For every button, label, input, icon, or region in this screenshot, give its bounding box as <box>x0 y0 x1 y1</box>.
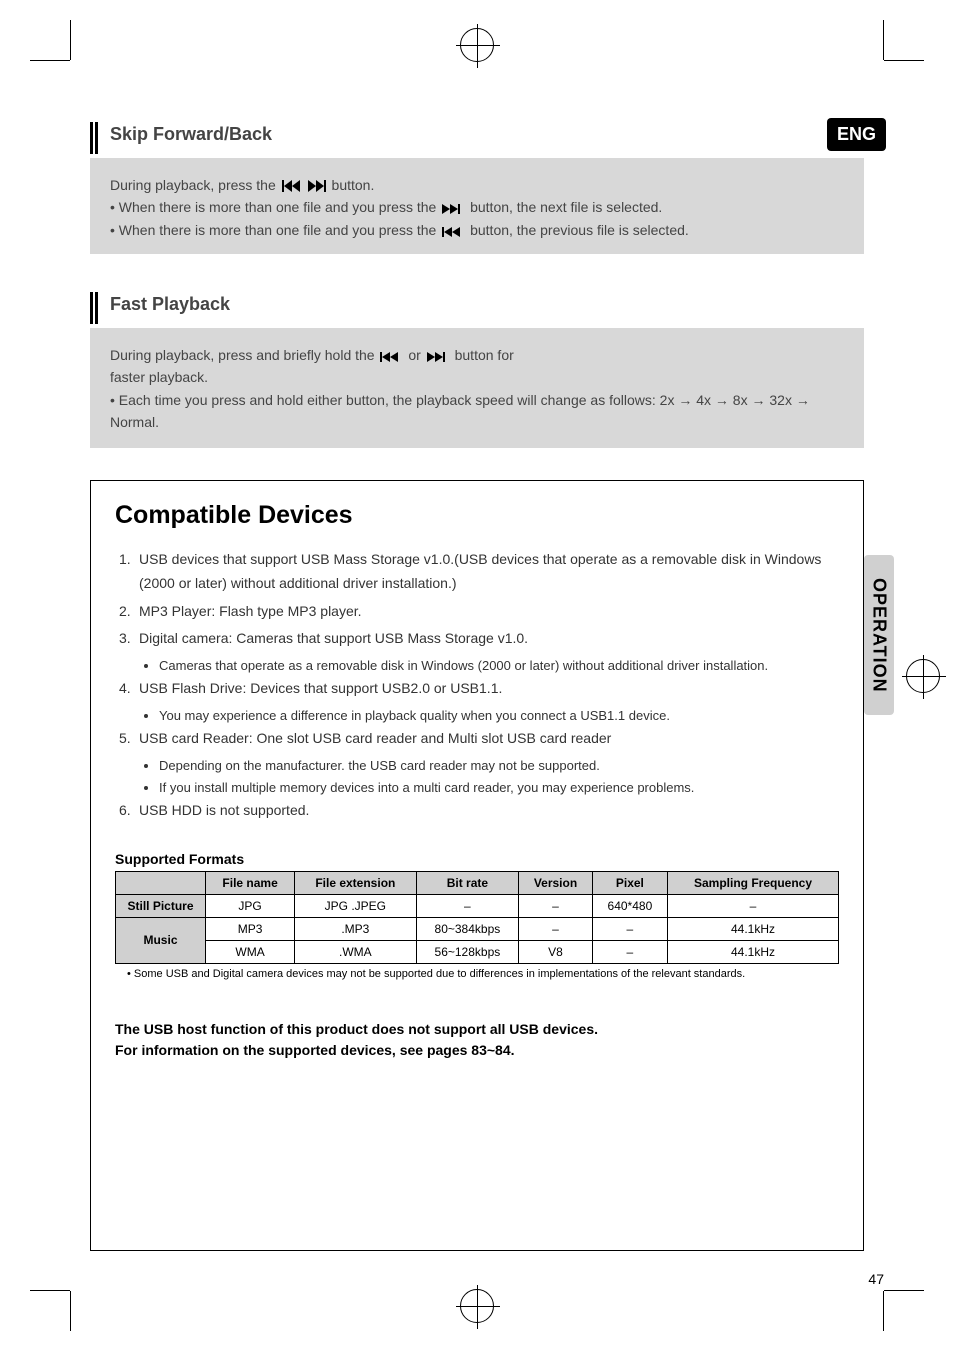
list-sub-item: You may experience a difference in playb… <box>159 705 839 727</box>
col-header: Pixel <box>592 871 667 894</box>
row-header: Music <box>116 917 206 963</box>
text: Each time you press and hold either butt… <box>110 392 810 430</box>
text: When there is more than one file and you… <box>119 222 437 238</box>
list-item: Digital camera: Cameras that support USB… <box>139 627 528 651</box>
crop-mark <box>884 60 924 61</box>
text: or <box>408 347 420 363</box>
skip-prev-next-icon <box>282 180 326 192</box>
page-content: ENG OPERATION Skip Forward/Back During p… <box>90 100 864 1251</box>
list-item: USB HDD is not supported. <box>139 799 309 823</box>
box-title: Compatible Devices <box>115 501 839 530</box>
cell: – <box>416 894 519 917</box>
table-row: Music MP3 .MP3 80~384kbps – – 44.1kHz <box>116 917 839 940</box>
list-item: MP3 Player: Flash type MP3 player. <box>139 600 362 624</box>
crop-mark <box>883 20 884 60</box>
crop-mark <box>70 1291 71 1331</box>
crop-mark <box>884 1290 924 1291</box>
cell: – <box>519 894 593 917</box>
crop-mark <box>70 20 71 60</box>
device-list: 1.USB devices that support USB Mass Stor… <box>119 548 839 823</box>
text: During playback, press the <box>110 177 276 193</box>
cell: JPG <box>206 894 295 917</box>
list-sub-item: If you install multiple memory devices i… <box>159 777 839 799</box>
list-item: USB Flash Drive: Devices that support US… <box>139 677 502 701</box>
cell: 44.1kHz <box>668 940 839 963</box>
skip-prev-icon <box>380 352 402 362</box>
skip-next-icon <box>427 352 449 362</box>
col-header: File name <box>206 871 295 894</box>
row-header: Still Picture <box>116 894 206 917</box>
crop-mark <box>883 1291 884 1331</box>
text: faster playback. <box>110 369 208 385</box>
cell: – <box>519 917 593 940</box>
section-tab-operation: OPERATION <box>864 555 894 715</box>
section-marker-icon <box>90 292 98 324</box>
text: When there is more than one file and you… <box>119 199 437 215</box>
text: button, the next file is selected. <box>470 199 662 215</box>
crop-mark <box>30 1290 70 1291</box>
text: The USB host function of this product do… <box>115 1021 598 1037</box>
cell: 640*480 <box>592 894 667 917</box>
table-heading: Supported Formats <box>115 851 839 867</box>
table-row: WMA .WMA 56~128kbps V8 – 44.1kHz <box>116 940 839 963</box>
registration-mark <box>460 1289 494 1323</box>
compatible-devices-box: Compatible Devices 1.USB devices that su… <box>90 480 864 1251</box>
col-header: File extension <box>295 871 416 894</box>
table-row: Still Picture JPG JPG .JPEG – – 640*480 … <box>116 894 839 917</box>
text: button for <box>455 347 514 363</box>
list-sub-item: Cameras that operate as a removable disk… <box>159 655 839 677</box>
text: For information on the supported devices… <box>115 1042 515 1058</box>
cell: .MP3 <box>295 917 416 940</box>
skip-prev-icon <box>442 227 464 237</box>
cell: V8 <box>519 940 593 963</box>
text: button, the previous file is selected. <box>470 222 689 238</box>
supported-formats-table: File name File extension Bit rate Versio… <box>115 871 839 964</box>
text: Some USB and Digital camera devices may … <box>134 968 745 980</box>
page-number: 47 <box>868 1271 884 1287</box>
list-item: USB card Reader: One slot USB card reade… <box>139 727 611 751</box>
list-sub-item: Depending on the manufacturer. the USB c… <box>159 755 839 777</box>
col-header: Bit rate <box>416 871 519 894</box>
table-footnote: • Some USB and Digital camera devices ma… <box>127 968 839 981</box>
col-header <box>116 871 206 894</box>
col-header: Version <box>519 871 593 894</box>
heading-skip: Skip Forward/Back <box>110 124 272 145</box>
cell: WMA <box>206 940 295 963</box>
cell: 56~128kbps <box>416 940 519 963</box>
skip-next-icon <box>442 204 464 214</box>
section-tab-label: OPERATION <box>869 578 890 693</box>
cell: – <box>592 917 667 940</box>
cell: 80~384kbps <box>416 917 519 940</box>
cell: – <box>592 940 667 963</box>
footer-notes: The USB host function of this product do… <box>115 1019 839 1061</box>
language-badge: ENG <box>827 118 886 151</box>
text: During playback, press and briefly hold … <box>110 347 375 363</box>
registration-mark <box>906 659 940 693</box>
instruction-box-skip: During playback, press the button. • Whe… <box>90 158 864 254</box>
text: button. <box>332 177 375 193</box>
cell: 44.1kHz <box>668 917 839 940</box>
heading-fast: Fast Playback <box>110 294 230 315</box>
instruction-box-fast: During playback, press and briefly hold … <box>90 328 864 448</box>
cell: .WMA <box>295 940 416 963</box>
cell: – <box>668 894 839 917</box>
list-item: USB devices that support USB Mass Storag… <box>139 548 839 596</box>
section-marker-icon <box>90 122 98 154</box>
crop-mark <box>30 60 70 61</box>
cell: MP3 <box>206 917 295 940</box>
table-row: File name File extension Bit rate Versio… <box>116 871 839 894</box>
cell: JPG .JPEG <box>295 894 416 917</box>
registration-mark <box>460 28 494 62</box>
col-header: Sampling Frequency <box>668 871 839 894</box>
